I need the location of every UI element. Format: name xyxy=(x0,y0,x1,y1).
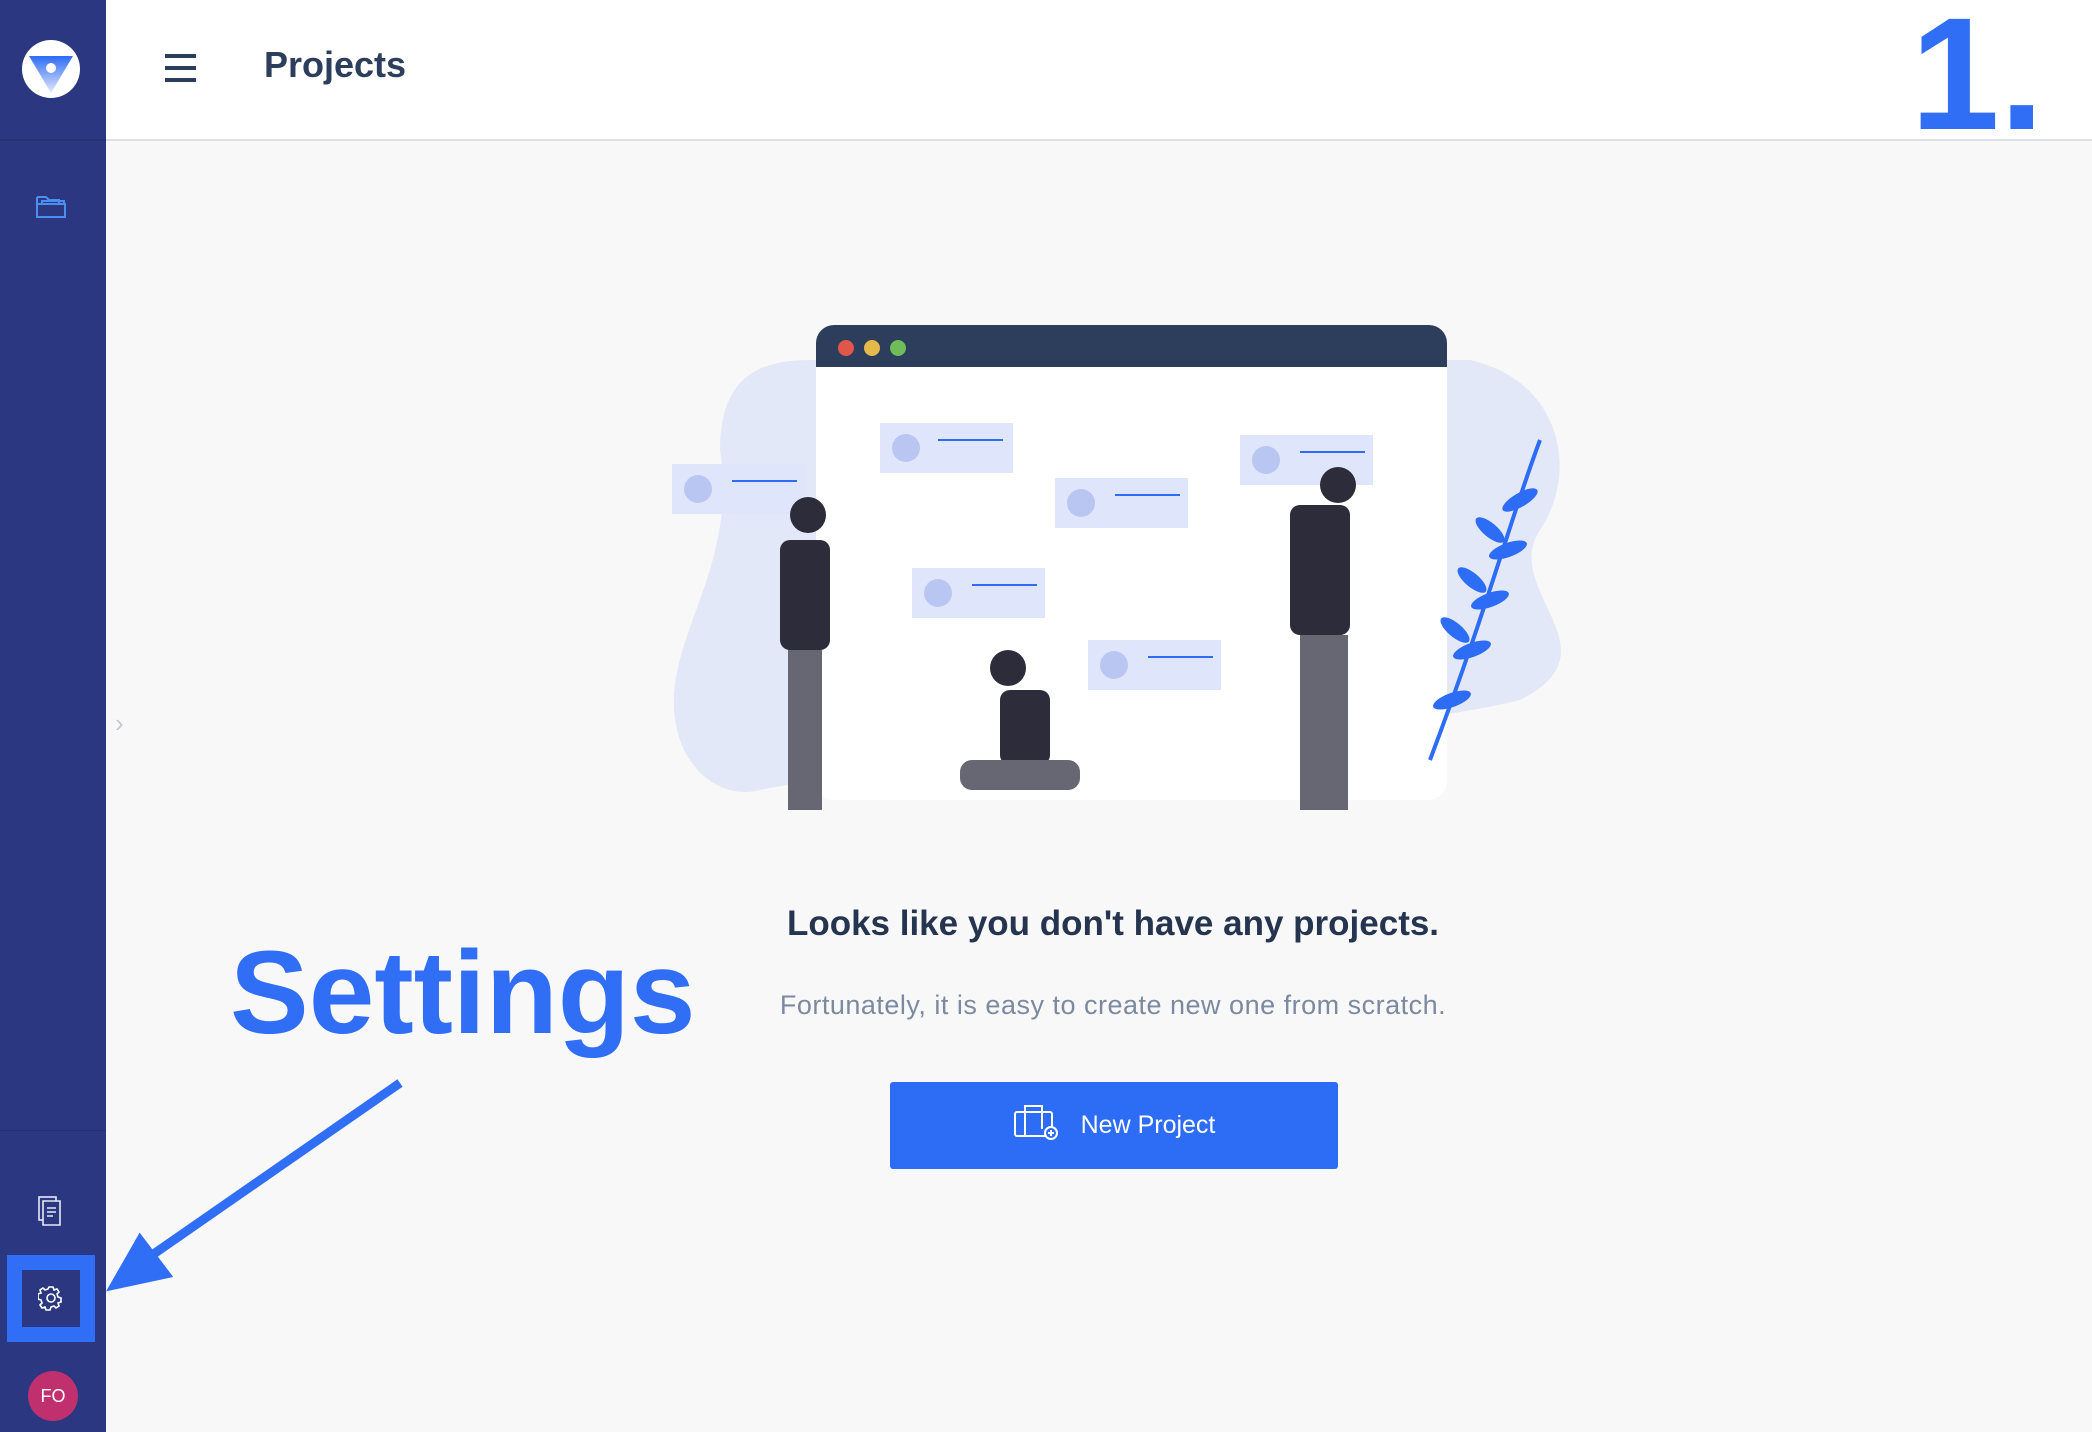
sidebar-expand-chevron-icon[interactable]: › xyxy=(115,708,124,739)
page-title: Projects xyxy=(264,44,407,85)
briefcase-plus-icon xyxy=(1013,1103,1059,1148)
sidebar: FO xyxy=(0,0,106,1432)
new-project-button[interactable]: New Project xyxy=(890,1082,1338,1169)
user-avatar[interactable]: FO xyxy=(28,1371,78,1421)
new-project-label: New Project xyxy=(1080,1111,1216,1139)
hamburger-menu-icon[interactable] xyxy=(165,54,196,82)
step-number: 1. xyxy=(1910,0,2044,163)
folder-icon[interactable] xyxy=(36,193,66,226)
empty-state-heading: Looks like you don't have any projects. xyxy=(786,904,1440,943)
app-logo[interactable] xyxy=(22,40,80,98)
sidebar-logo-area xyxy=(0,0,106,141)
sidebar-divider xyxy=(0,1130,106,1131)
settings-gear-icon[interactable] xyxy=(37,1285,64,1316)
empty-state-subtitle: Fortunately, it is easy to create new on… xyxy=(779,990,1447,1020)
annotation-arrow xyxy=(106,1079,403,1292)
empty-projects-illustration xyxy=(672,325,1561,810)
documents-icon[interactable] xyxy=(38,1196,64,1231)
